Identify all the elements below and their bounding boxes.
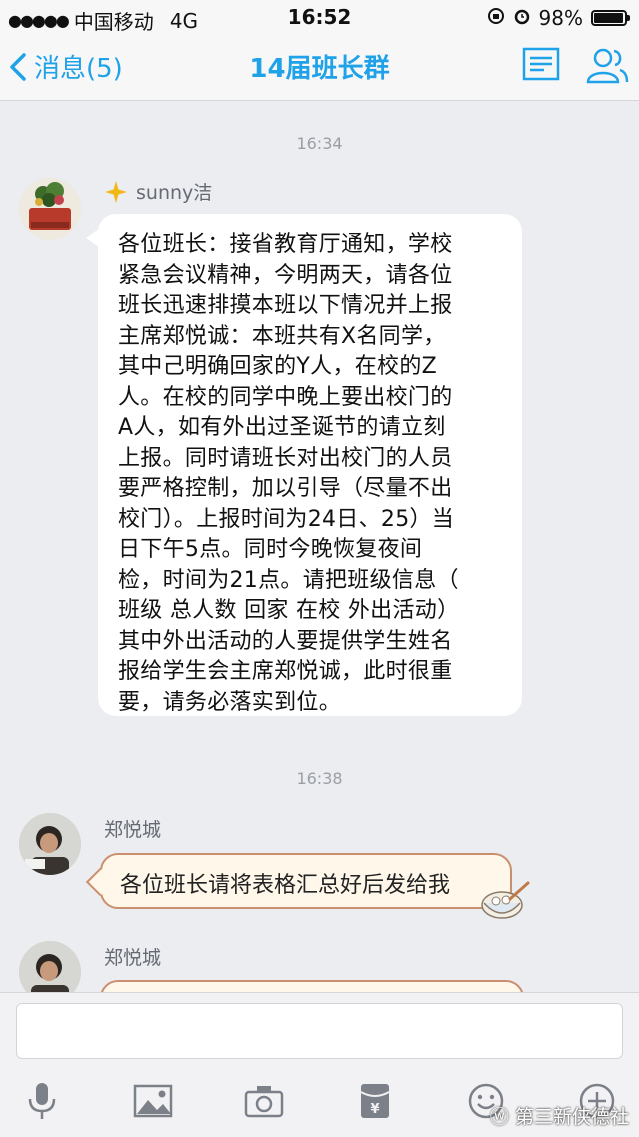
watermark-text: 第三新侠德社 (514, 1106, 629, 1128)
message-line: 人。在校的同学中晚上要出校门的 (118, 384, 453, 410)
message-line: A人，如有外出过圣诞节的请立刻 (118, 415, 446, 440)
nav-bar: 消息(5) 14届班长群 (0, 36, 639, 101)
sender-label: 郑悦城 (104, 947, 162, 969)
message-line: 上报。同时请班长对出校门的人员 (118, 445, 453, 471)
sender-name: sunny洁 (104, 178, 212, 205)
message-line: 其中己明确回家的Y人，在校的Z (118, 354, 438, 379)
camera-icon[interactable] (242, 1079, 286, 1123)
message-line: 主席郑悦诚：本班共有X名同学， (118, 323, 446, 349)
input-bar: ¥ ⓦ 第三新侠德社 (0, 992, 639, 1137)
sender-name: 郑悦城 (104, 943, 161, 970)
svg-text:¥: ¥ (370, 1102, 379, 1117)
avatar[interactable] (19, 178, 81, 240)
battery-percent: 98% (538, 6, 583, 30)
sender-label: 郑悦城 (104, 819, 162, 841)
group-members-icon[interactable] (584, 46, 630, 90)
watermark: ⓦ 第三新侠德社 (490, 1102, 629, 1129)
weibo-icon: ⓦ (489, 1106, 509, 1128)
mic-icon[interactable] (20, 1079, 64, 1123)
message-line: 其中外出活动的人要提供学生姓名 (118, 628, 453, 654)
message-line: 各位班长：接省教育厅通知，学校 (118, 232, 453, 257)
alarm-icon (513, 6, 531, 30)
bubble-tail (85, 867, 115, 897)
status-bar: ●●●●● 中国移动 4G 16:52 98% (0, 0, 639, 36)
sender-name: 郑悦城 (104, 815, 161, 842)
red-packet-icon[interactable]: ¥ (353, 1079, 397, 1123)
bubble-decoration-icon (480, 877, 532, 925)
battery-level (594, 13, 624, 23)
avatar[interactable] (19, 813, 81, 875)
group-notice-icon[interactable] (522, 46, 560, 86)
timestamp: 16:34 (296, 134, 343, 153)
message-line: 报给学生会主席郑悦诚，此时很重 (118, 659, 453, 684)
timestamp: 16:38 (296, 769, 343, 788)
message-bubble[interactable]: 各位班长：接省教育厅通知，学校 紧急会议精神，今明两天，请各位 班长迅速排摸本班… (86, 214, 522, 716)
message-line: 班长迅速排摸本班以下情况并上报 (118, 293, 453, 318)
image-icon[interactable] (131, 1079, 175, 1123)
message-line: 校门）。上报时间为24日、25）当 (118, 506, 455, 532)
message-line: 日下午5点。同时今晚恢复夜间 (118, 537, 423, 562)
sender-label: sunny洁 (136, 182, 213, 204)
message-line: 紧急会议精神，今明两天，请各位 (118, 262, 453, 288)
message-bubble[interactable]: 各位班长请将表格汇总好后发给我 (85, 853, 512, 909)
status-right: 98% (487, 6, 630, 30)
message-line: 要严格控制，加以引导（尽量不出 (118, 476, 453, 501)
message-line: 要，请务必落实到位。 (118, 689, 342, 715)
message-line: 检，时间为21点。请把班级信息（ (118, 567, 459, 593)
battery-icon (591, 10, 630, 26)
star-badge-icon (105, 180, 127, 203)
message-text: 各位班长请将表格汇总好后发给我 (120, 873, 451, 898)
orientation-lock-icon (487, 6, 505, 30)
message-line: 班级 总人数 回家 在校 外出活动） (118, 598, 460, 623)
message-input[interactable] (16, 1003, 623, 1059)
